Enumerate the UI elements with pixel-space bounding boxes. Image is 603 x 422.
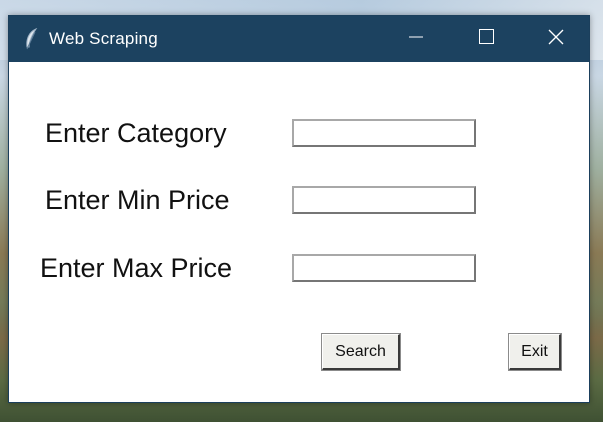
exit-button[interactable]: Exit bbox=[508, 333, 562, 371]
min-price-input[interactable] bbox=[292, 186, 476, 214]
minimize-icon bbox=[409, 30, 423, 49]
search-button[interactable]: Search bbox=[321, 333, 401, 371]
close-button[interactable] bbox=[521, 16, 591, 62]
title-bar[interactable]: Web Scraping bbox=[9, 16, 589, 62]
feather-icon bbox=[23, 27, 41, 50]
maximize-icon bbox=[478, 29, 494, 49]
close-icon bbox=[548, 29, 564, 50]
category-input[interactable] bbox=[292, 119, 476, 147]
app-window: Web Scraping Enter Category Enter Min Pr… bbox=[8, 15, 590, 403]
max-price-input[interactable] bbox=[292, 254, 476, 282]
minimize-button[interactable] bbox=[381, 16, 451, 62]
window-title: Web Scraping bbox=[49, 29, 158, 48]
max-price-label: Enter Max Price bbox=[40, 253, 233, 283]
min-price-label: Enter Min Price bbox=[45, 185, 230, 215]
category-label: Enter Category bbox=[45, 118, 227, 148]
maximize-button[interactable] bbox=[451, 16, 521, 62]
